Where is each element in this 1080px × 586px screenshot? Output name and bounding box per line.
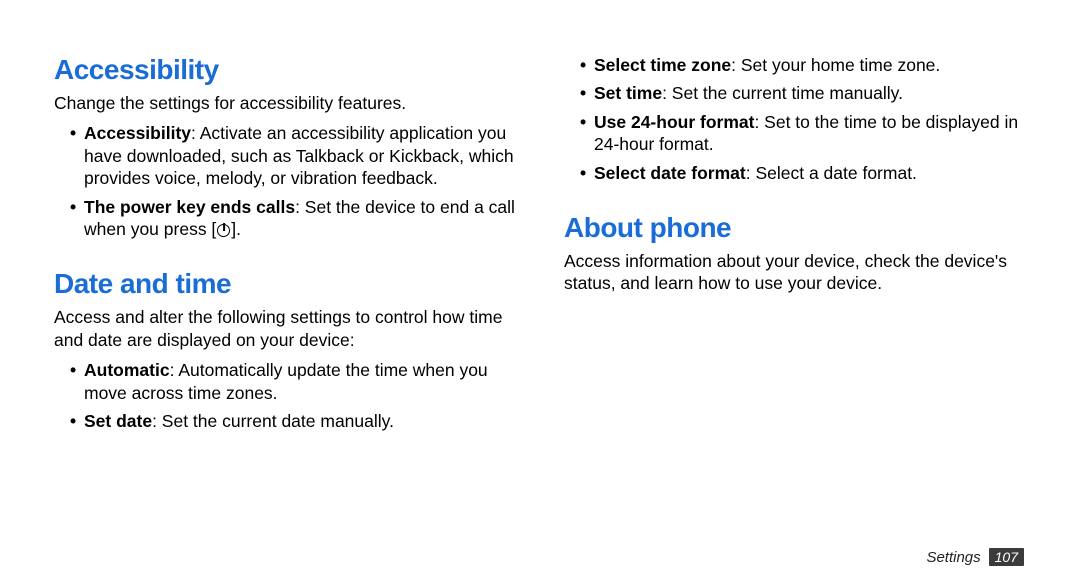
item-label: Accessibility: [84, 123, 191, 143]
list-item: Select time zone: Set your home time zon…: [580, 54, 1026, 76]
right-column: Select time zone: Set your home time zon…: [564, 54, 1026, 586]
item-label: Use 24-hour format: [594, 112, 754, 132]
list-item: Select date format: Select a date format…: [580, 162, 1026, 184]
item-label: Select date format: [594, 163, 746, 183]
item-text: : Set the current date manually.: [152, 411, 394, 431]
item-text: ].: [231, 219, 241, 239]
date-time-list-cont: Select time zone: Set your home time zon…: [564, 54, 1026, 184]
list-item: Accessibility: Activate an accessibility…: [70, 122, 516, 189]
list-item: Set date: Set the current date manually.: [70, 410, 516, 432]
about-phone-heading: About phone: [564, 212, 1026, 244]
item-label: The power key ends calls: [84, 197, 295, 217]
page-footer: Settings 107: [926, 548, 1024, 566]
item-text: : Set the current time manually.: [662, 83, 903, 103]
footer-section-label: Settings: [926, 549, 980, 566]
date-time-list: Automatic: Automatically update the time…: [54, 359, 516, 432]
power-icon: [217, 224, 230, 237]
list-item: Use 24-hour format: Set to the time to b…: [580, 111, 1026, 156]
accessibility-heading: Accessibility: [54, 54, 516, 86]
item-text: : Set your home time zone.: [731, 55, 940, 75]
manual-page: Accessibility Change the settings for ac…: [0, 0, 1080, 586]
date-time-intro: Access and alter the following settings …: [54, 306, 516, 351]
item-label: Select time zone: [594, 55, 731, 75]
item-label: Automatic: [84, 360, 170, 380]
item-label: Set date: [84, 411, 152, 431]
list-item: The power key ends calls: Set the device…: [70, 196, 516, 241]
about-phone-intro: Access information about your device, ch…: [564, 250, 1026, 295]
footer-page-number: 107: [989, 548, 1024, 566]
date-time-heading: Date and time: [54, 268, 516, 300]
item-text: : Select a date format.: [746, 163, 917, 183]
list-item: Set time: Set the current time manually.: [580, 82, 1026, 104]
accessibility-intro: Change the settings for accessibility fe…: [54, 92, 516, 114]
left-column: Accessibility Change the settings for ac…: [54, 54, 516, 586]
item-label: Set time: [594, 83, 662, 103]
accessibility-list: Accessibility: Activate an accessibility…: [54, 122, 516, 240]
list-item: Automatic: Automatically update the time…: [70, 359, 516, 404]
